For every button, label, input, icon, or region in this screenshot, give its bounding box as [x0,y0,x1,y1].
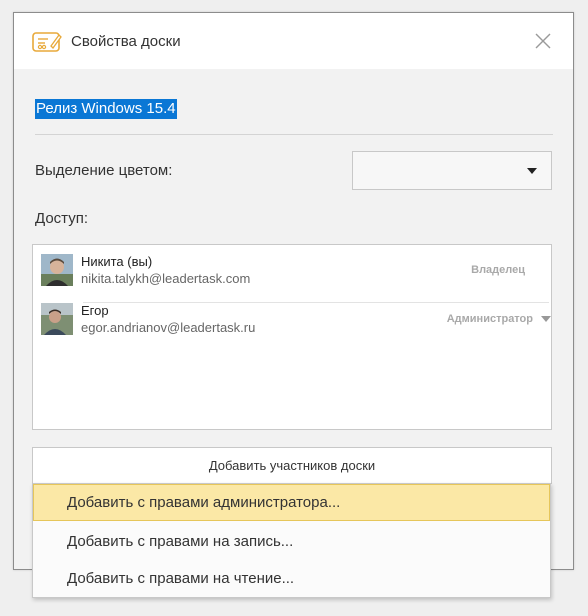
dialog-title: Свойства доски [71,33,181,50]
member-role: Владелец [471,264,525,276]
member-name: Егор [81,303,109,318]
menu-item-add-write[interactable]: Добавить с правами на запись... [33,523,550,560]
title-bar: Свойства доски [14,13,573,69]
list-item[interactable]: Егор egor.andrianov@leadertask.ru Админи… [41,303,551,343]
add-members-menu: Добавить с правами администратора... Доб… [32,483,551,598]
members-list: Никита (вы) nikita.talykh@leadertask.com… [32,244,552,430]
color-label: Выделение цветом: [35,162,173,179]
menu-item-add-read[interactable]: Добавить с правами на чтение... [33,560,550,597]
member-email: nikita.talykh@leadertask.com [81,271,251,286]
member-role: Администратор [446,313,533,325]
chevron-down-icon [541,316,551,323]
divider [35,134,553,135]
color-select[interactable] [352,151,552,190]
avatar [41,303,73,335]
menu-item-add-admin[interactable]: Добавить с правами администратора... [33,484,550,521]
member-email: egor.andrianov@leadertask.ru [81,320,256,335]
list-item[interactable]: Никита (вы) nikita.talykh@leadertask.com… [41,254,549,303]
board-name-input[interactable]: Релиз Windows 15.4 [35,99,177,119]
member-name: Никита (вы) [81,254,153,269]
add-members-button[interactable]: Добавить участников доски [32,447,552,484]
board-icon [32,29,62,55]
access-label: Доступ: [35,210,88,227]
chevron-down-icon [527,168,537,174]
close-icon[interactable] [533,31,553,51]
avatar [41,254,73,286]
member-role-select[interactable]: Администратор [447,313,551,325]
